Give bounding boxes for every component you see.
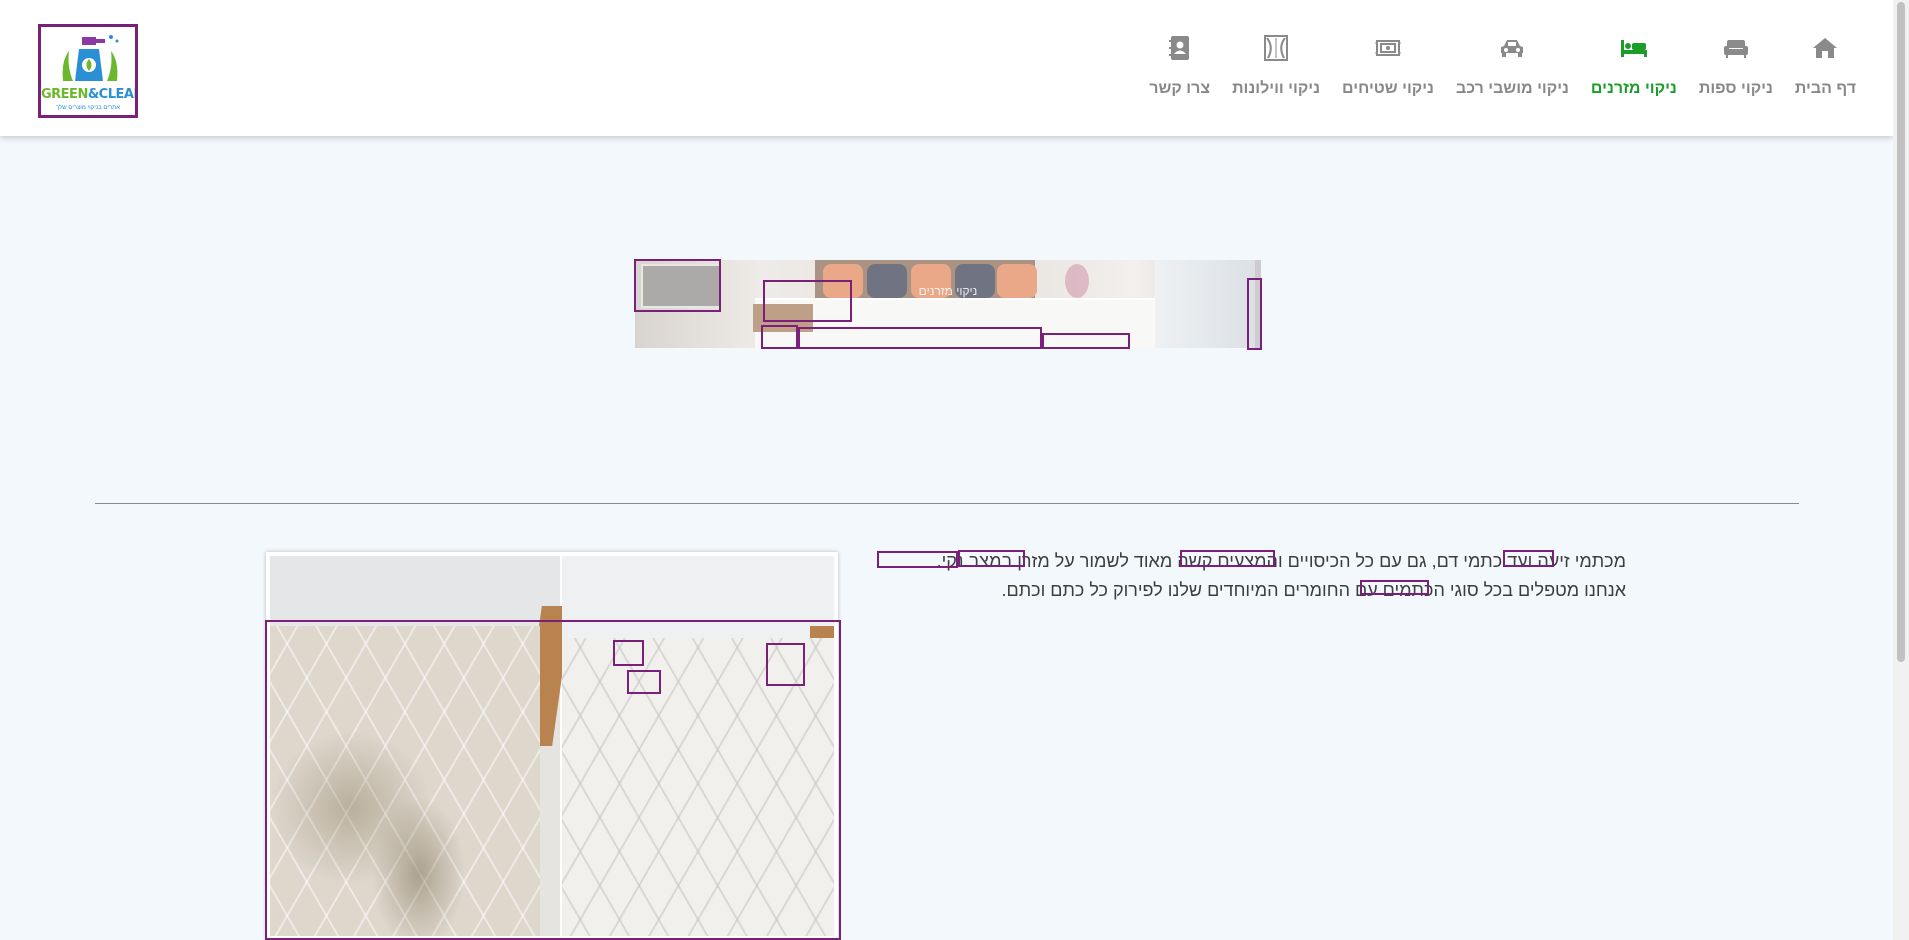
nav-label: ניקוי ספות [1698, 80, 1773, 97]
highlight-box [877, 551, 958, 568]
before-wall [270, 556, 560, 626]
page-scrollbar[interactable] [1893, 0, 1909, 940]
description-line: אנחנו מטפלים בכל סוגי הכתמים עם החומרים … [1001, 580, 1626, 600]
highlight-box [1360, 580, 1429, 595]
nav-item-mattresses[interactable]: ניקוי מזרנים [1589, 34, 1679, 98]
nav-label: ניקוי שטיחים [1342, 80, 1434, 97]
highlight-box [763, 280, 852, 322]
highlight-box [634, 259, 721, 312]
site-header: GREEN&CLEAN אתרים בניקוי מוצרים שלך דף ה… [0, 0, 1893, 136]
logo[interactable]: GREEN&CLEAN אתרים בניקוי מוצרים שלך [38, 24, 138, 118]
nav-label: ניקוי ווילונות [1232, 80, 1321, 97]
section-divider [95, 503, 1799, 504]
nav-label: ניקוי מושבי רכב [1455, 80, 1569, 97]
highlight-box [766, 643, 805, 686]
home-icon [1811, 34, 1839, 62]
nav-item-contact[interactable]: צרו קשר [1147, 34, 1212, 98]
highlight-box [627, 670, 661, 694]
highlight-box [1247, 278, 1262, 350]
highlight-box [761, 325, 798, 349]
highlight-box [1503, 550, 1554, 567]
highlight-box [798, 327, 1042, 349]
spray-bottle-logo-icon [62, 35, 119, 81]
nav-item-rugs[interactable]: ניקוי שטיחים [1340, 34, 1436, 98]
page: GREEN&CLEAN אתרים בניקוי מוצרים שלך דף ה… [0, 0, 1909, 940]
scrollbar-thumb[interactable] [1897, 2, 1905, 662]
highlight-box [613, 640, 644, 666]
highlight-box [1180, 550, 1275, 567]
main-nav: דף הבית ניקוי ספות ניקוי מזרנים ניקוי מו… [1147, 34, 1858, 98]
nav-label: דף הבית [1794, 80, 1856, 97]
highlight-box [958, 550, 1025, 567]
highlight-box [265, 620, 841, 940]
curtain-icon [1262, 34, 1290, 62]
sofa-icon [1722, 34, 1750, 62]
highlight-box [1042, 333, 1130, 349]
logo-tagline: אתרים בניקוי מוצרים שלך [55, 105, 121, 111]
contact-book-icon [1166, 34, 1194, 62]
nav-item-curtains[interactable]: ניקוי ווילונות [1230, 34, 1322, 98]
nav-item-car-seats[interactable]: ניקוי מושבי רכב [1454, 34, 1571, 98]
logo-wordmark: GREEN&CLEAN [41, 87, 135, 102]
nav-label: ניקוי מזרנים [1590, 80, 1677, 97]
rug-icon [1374, 34, 1402, 62]
nav-label: צרו קשר [1149, 80, 1211, 97]
nav-item-sofas[interactable]: ניקוי ספות [1697, 34, 1775, 98]
car-icon [1498, 34, 1526, 62]
hero-title: ניקוי מזרנים [918, 284, 978, 298]
bed-icon [1620, 34, 1648, 62]
nav-item-home[interactable]: דף הבית [1793, 34, 1858, 98]
